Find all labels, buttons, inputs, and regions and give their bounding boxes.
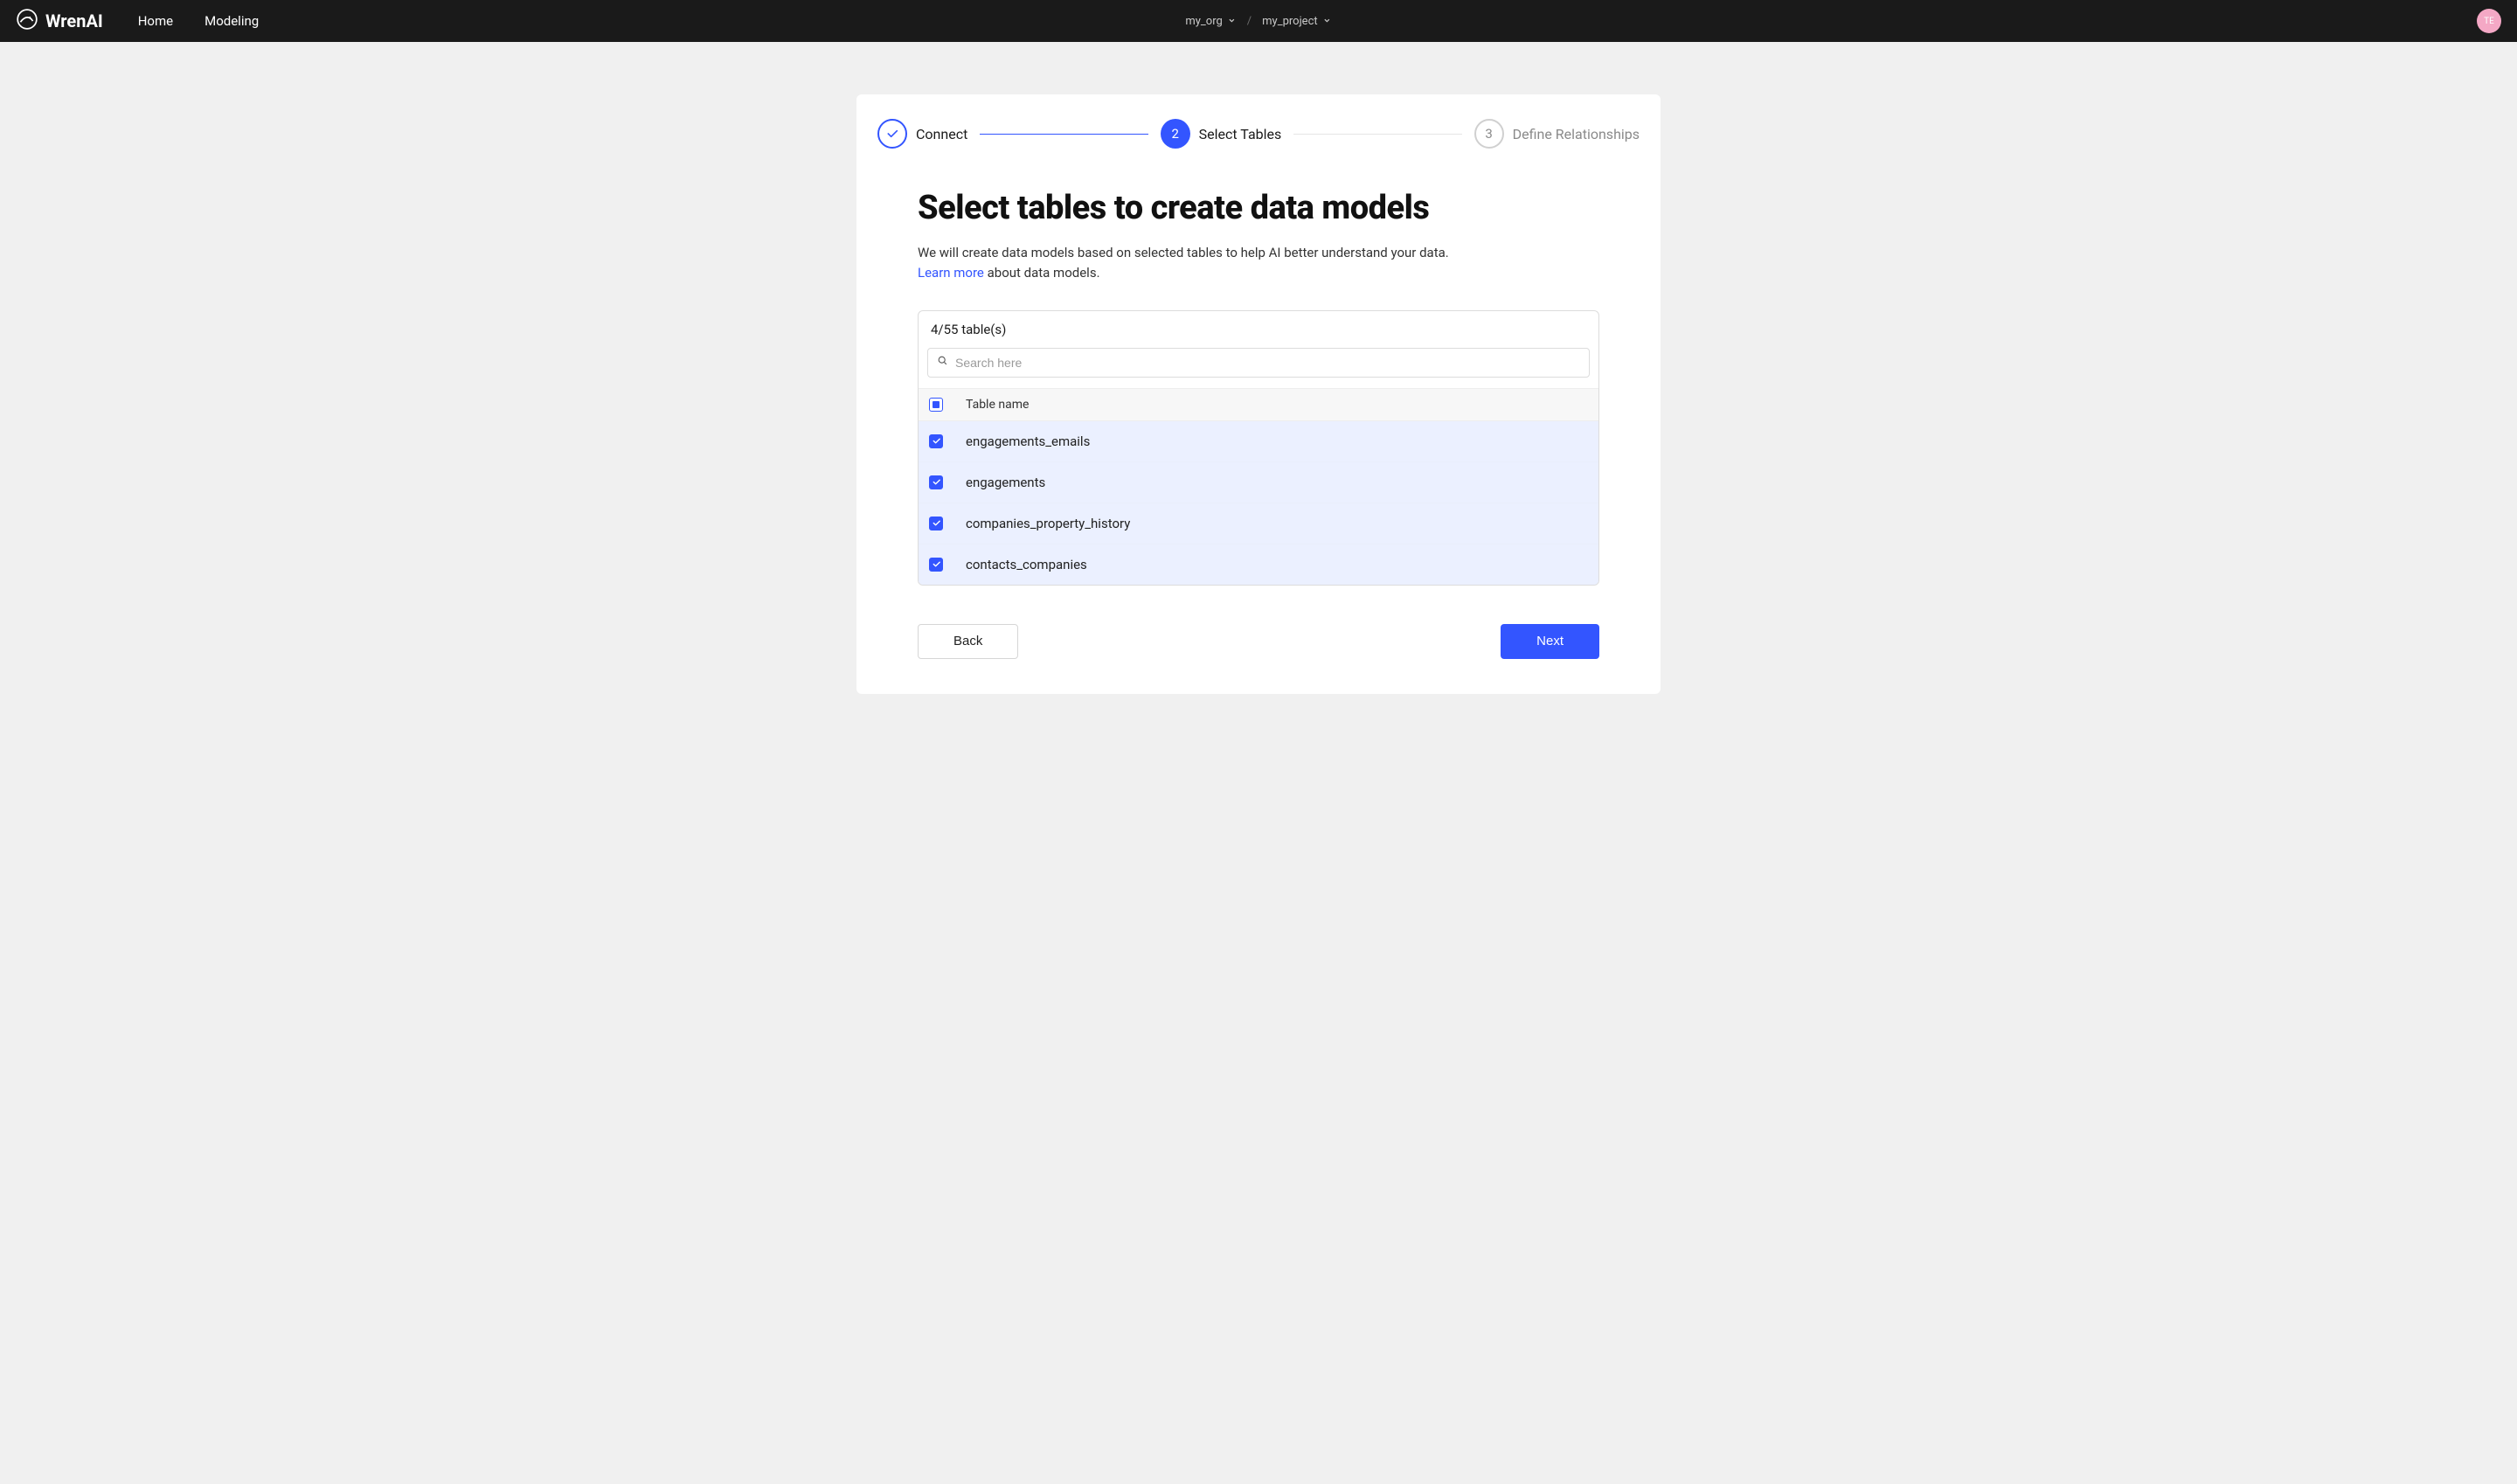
main-card: Connect 2 Select Tables 3 Define Relatio… xyxy=(856,94,1661,694)
learn-more-link[interactable]: Learn more xyxy=(918,265,984,281)
select-all-checkbox[interactable] xyxy=(929,398,943,412)
table-row[interactable]: engagements_emails xyxy=(919,421,1598,462)
search-icon xyxy=(937,355,948,370)
row-checkbox[interactable] xyxy=(929,517,943,530)
page-subtitle: We will create data models based on sele… xyxy=(918,243,1599,284)
table-body: engagements_emails engagements companies… xyxy=(919,421,1598,585)
table-name-cell: contacts_companies xyxy=(966,557,1087,572)
step-connect: Connect xyxy=(877,119,967,149)
top-navbar: WrenAI Home Modeling my_org / my_project… xyxy=(0,0,2517,42)
chevron-down-icon xyxy=(1228,15,1237,28)
step-connector-1 xyxy=(980,134,1148,135)
table-row[interactable]: engagements xyxy=(919,462,1598,503)
table-name-cell: engagements xyxy=(966,475,1045,490)
step-select-tables: 2 Select Tables xyxy=(1161,119,1282,149)
step-connect-circle xyxy=(877,119,907,149)
step-define-relationships-index: 3 xyxy=(1485,126,1492,142)
row-checkbox[interactable] xyxy=(929,475,943,489)
footer-actions: Back Next xyxy=(918,624,1599,659)
table-row[interactable]: contacts_companies xyxy=(919,544,1598,585)
nav-home[interactable]: Home xyxy=(138,13,173,29)
subtitle-post: about data models. xyxy=(984,265,1100,281)
step-select-tables-label: Select Tables xyxy=(1199,126,1282,142)
breadcrumb-org-label: my_org xyxy=(1185,15,1222,28)
breadcrumb-project[interactable]: my_project xyxy=(1262,15,1331,28)
step-define-relationships-label: Define Relationships xyxy=(1513,126,1640,142)
step-connect-label: Connect xyxy=(916,126,967,142)
step-connector-2 xyxy=(1293,134,1461,135)
avatar-initials: TE xyxy=(2484,17,2494,26)
page-wrap: Connect 2 Select Tables 3 Define Relatio… xyxy=(0,42,2517,729)
step-define-relationships-circle: 3 xyxy=(1474,119,1504,149)
row-checkbox[interactable] xyxy=(929,558,943,572)
brand-name: WrenAI xyxy=(45,10,103,31)
table-selector: 4/55 table(s) Table name xyxy=(918,310,1599,586)
page-title: Select tables to create data models xyxy=(918,189,1599,227)
search-row xyxy=(919,348,1598,388)
breadcrumb-org[interactable]: my_org xyxy=(1185,15,1236,28)
search-input-wrap[interactable] xyxy=(927,348,1590,378)
table-name-cell: engagements_emails xyxy=(966,433,1090,449)
step-select-tables-circle: 2 xyxy=(1161,119,1190,149)
chevron-down-icon xyxy=(1323,15,1332,28)
subtitle-pre: We will create data models based on sele… xyxy=(918,245,1449,260)
nav-links: Home Modeling xyxy=(138,13,259,29)
table-header-row: Table name xyxy=(919,388,1598,421)
selector-count-label: 4/55 table(s) xyxy=(919,311,1598,348)
next-button[interactable]: Next xyxy=(1501,624,1599,659)
step-select-tables-index: 2 xyxy=(1171,126,1178,142)
back-button[interactable]: Back xyxy=(918,624,1018,659)
content-area: Select tables to create data models We w… xyxy=(877,189,1640,659)
brand-logo: WrenAI xyxy=(16,8,103,35)
breadcrumb: my_org / my_project xyxy=(1185,15,1331,28)
row-checkbox[interactable] xyxy=(929,434,943,448)
step-define-relationships: 3 Define Relationships xyxy=(1474,119,1640,149)
breadcrumb-project-label: my_project xyxy=(1262,15,1317,28)
avatar[interactable]: TE xyxy=(2477,9,2501,33)
wren-logo-icon xyxy=(16,8,38,35)
stepper: Connect 2 Select Tables 3 Define Relatio… xyxy=(877,119,1640,149)
column-header-name: Table name xyxy=(966,398,1029,412)
search-input[interactable] xyxy=(955,356,1580,370)
table-row[interactable]: companies_property_history xyxy=(919,503,1598,544)
breadcrumb-separator: / xyxy=(1247,15,1252,28)
nav-modeling[interactable]: Modeling xyxy=(205,13,259,29)
table-name-cell: companies_property_history xyxy=(966,516,1130,531)
